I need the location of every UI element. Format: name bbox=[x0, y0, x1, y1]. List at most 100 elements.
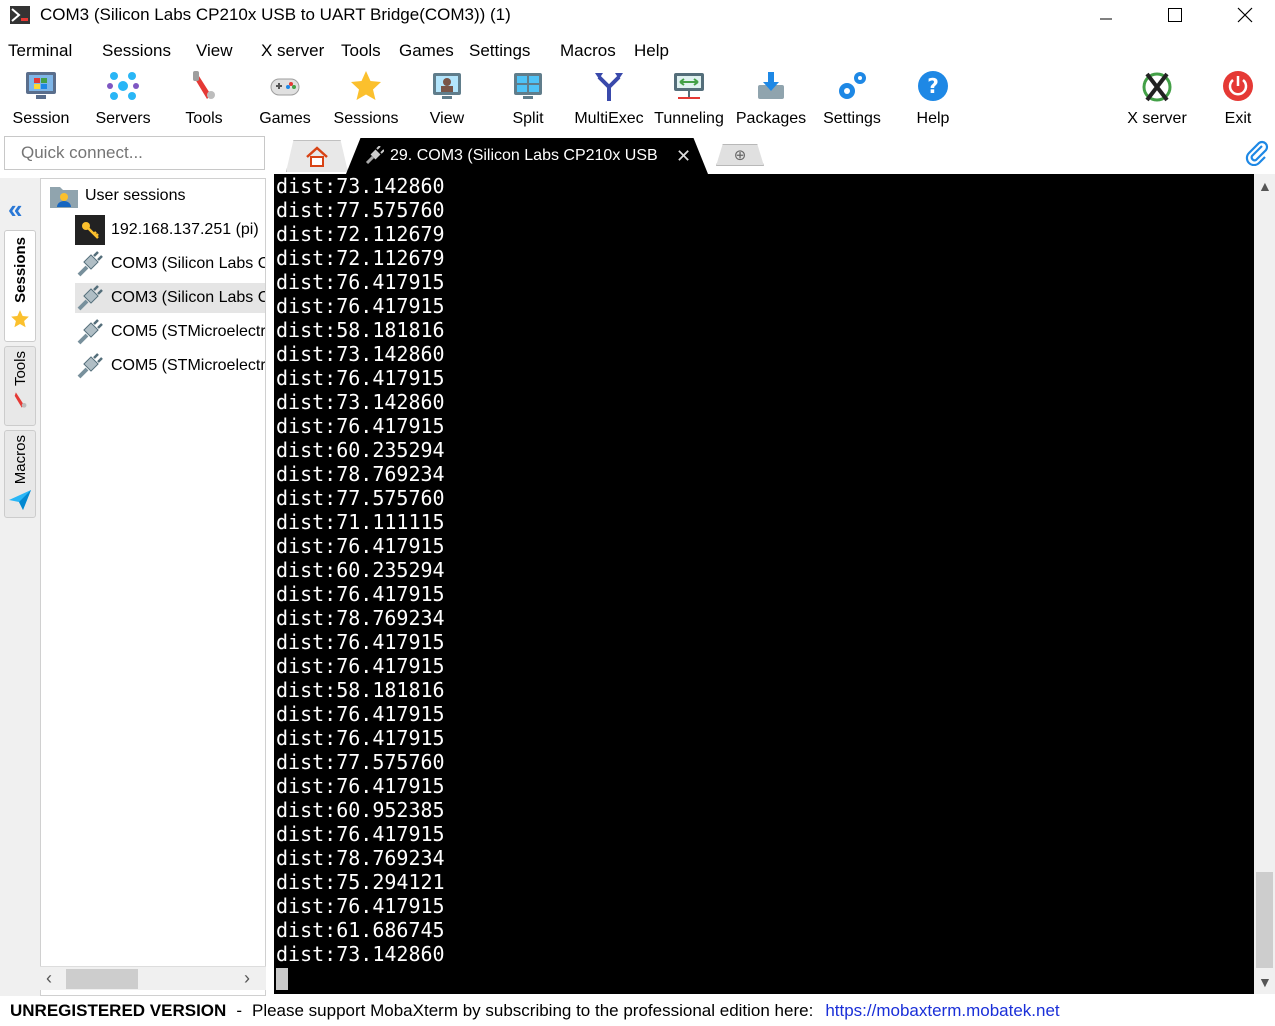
tree-item-label: 192.168.137.251 (pi) bbox=[111, 221, 259, 238]
tools-icon bbox=[14, 392, 27, 408]
menu-bar: Terminal Sessions View X server Tools Ga… bbox=[0, 38, 1275, 64]
terminal-line: dist:73.142860 bbox=[276, 390, 445, 414]
toolbar-packages-button[interactable]: Packages bbox=[736, 68, 806, 130]
serial-plug-icon bbox=[365, 146, 384, 165]
toolbar-games-label: Games bbox=[259, 110, 311, 127]
minimize-icon bbox=[1100, 18, 1112, 20]
tree-item-com3-b[interactable]: COM3 (Silicon Labs CP210x bbox=[75, 283, 265, 313]
scroll-left-icon[interactable]: ‹ bbox=[46, 968, 52, 989]
toolbar-sessions-label: Sessions bbox=[333, 110, 399, 127]
menu-games[interactable]: Games bbox=[399, 41, 454, 61]
menu-help[interactable]: Help bbox=[634, 41, 669, 61]
toolbar-settings-button[interactable]: Settings bbox=[822, 68, 882, 130]
toolbar-x-server-label: X server bbox=[1127, 110, 1187, 127]
toolbar-help-button[interactable]: ? Help bbox=[912, 68, 954, 130]
x-server-icon bbox=[1139, 68, 1175, 104]
toolbar-tools-button[interactable]: Tools bbox=[176, 68, 232, 130]
home-icon bbox=[306, 145, 328, 167]
toolbar-x-server-button[interactable]: X server bbox=[1124, 68, 1190, 130]
terminal-line: dist:76.417915 bbox=[276, 294, 445, 318]
tab-close-icon[interactable]: ✕ bbox=[676, 146, 691, 167]
tab-com3-session[interactable]: 29. COM3 (Silicon Labs CP210x USB ✕ bbox=[346, 138, 708, 174]
serial-plug-icon bbox=[75, 317, 105, 347]
tab-label: 29. COM3 (Silicon Labs CP210x USB bbox=[390, 147, 658, 164]
tree-item-com5-b[interactable]: COM5 (STMicroelectronics bbox=[75, 351, 265, 381]
scrollbar-thumb[interactable] bbox=[1256, 872, 1273, 968]
tree-item-com5-a[interactable]: COM5 (STMicroelectronics bbox=[75, 317, 265, 347]
tree-root-label: User sessions bbox=[85, 187, 186, 204]
star-icon bbox=[348, 68, 384, 104]
tree-horizontal-scrollbar[interactable]: ‹ › bbox=[40, 966, 266, 990]
toolbar-servers-button[interactable]: Servers bbox=[92, 68, 154, 130]
tree-item-ssh-pi[interactable]: 192.168.137.251 (pi) bbox=[75, 215, 259, 245]
side-tab-sessions[interactable]: Sessions bbox=[4, 230, 36, 342]
terminal-line: dist:72.112679 bbox=[276, 246, 445, 270]
attachment-button[interactable] bbox=[1244, 140, 1270, 169]
scroll-up-icon[interactable]: ▲ bbox=[1258, 178, 1272, 194]
terminal-line: dist:76.417915 bbox=[276, 534, 445, 558]
side-tab-macros[interactable]: Macros bbox=[4, 430, 36, 518]
minimize-button[interactable] bbox=[1083, 0, 1129, 30]
support-message: Please support MobaXterm by subscribing … bbox=[251, 1001, 814, 1020]
star-icon bbox=[11, 310, 29, 328]
close-button[interactable] bbox=[1222, 0, 1268, 30]
paperclip-icon bbox=[1245, 140, 1269, 167]
help-icon: ? bbox=[915, 68, 951, 104]
toolbar-session-button[interactable]: Session bbox=[8, 68, 74, 130]
terminal-output[interactable]: dist:73.142860 dist:77.575760 dist:72.1126… bbox=[274, 174, 1254, 994]
terminal-line: dist:76.417915 bbox=[276, 582, 445, 606]
settings-gears-icon bbox=[834, 68, 870, 104]
window-title: COM3 (Silicon Labs CP210x USB to UART Br… bbox=[40, 5, 511, 24]
menu-macros[interactable]: Macros bbox=[560, 41, 616, 61]
tree-item-com3-a[interactable]: COM3 (Silicon Labs CP210x bbox=[75, 249, 265, 279]
paper-plane-icon bbox=[9, 490, 31, 511]
quick-connect-input[interactable] bbox=[4, 136, 265, 170]
new-tab-button[interactable]: ⊕ bbox=[716, 144, 764, 166]
user-folder-icon bbox=[49, 181, 79, 211]
side-tab-tools[interactable]: Tools bbox=[4, 346, 36, 426]
terminal-line: dist:78.769234 bbox=[276, 846, 445, 870]
toolbar-sessions-button[interactable]: Sessions bbox=[334, 68, 398, 130]
terminal-line: dist:76.417915 bbox=[276, 894, 445, 918]
toolbar-split-label: Split bbox=[512, 110, 544, 127]
mobatek-link[interactable]: https://mobaxterm.mobatek.net bbox=[825, 1001, 1059, 1021]
menu-settings[interactable]: Settings bbox=[469, 41, 530, 61]
menu-x-server[interactable]: X server bbox=[261, 41, 324, 61]
toolbar-exit-button[interactable]: Exit bbox=[1218, 68, 1258, 130]
terminal-line: dist:73.142860 bbox=[276, 342, 445, 366]
menu-terminal[interactable]: Terminal bbox=[8, 41, 72, 61]
toolbar-session-label: Session bbox=[12, 110, 70, 127]
toolbar-games-button[interactable]: Games bbox=[254, 68, 316, 130]
menu-tools[interactable]: Tools bbox=[341, 41, 381, 61]
tree-root-user-sessions[interactable]: User sessions bbox=[49, 181, 185, 211]
maximize-button[interactable] bbox=[1152, 0, 1198, 30]
close-icon bbox=[1237, 7, 1253, 23]
terminal-line: dist:77.575760 bbox=[276, 198, 445, 222]
scrollbar-thumb[interactable] bbox=[66, 969, 138, 989]
terminal-line: dist:76.417915 bbox=[276, 774, 445, 798]
menu-sessions[interactable]: Sessions bbox=[102, 41, 171, 61]
mobaxterm-app-icon bbox=[10, 6, 30, 24]
side-tabs: « Sessions Tools Macros bbox=[0, 178, 40, 996]
split-icon bbox=[510, 68, 546, 104]
multiexec-icon bbox=[591, 68, 627, 104]
unregistered-label: UNREGISTERED VERSION bbox=[10, 1001, 227, 1020]
status-separator: - bbox=[236, 1001, 242, 1020]
toolbar-multiexec-button[interactable]: MultiExec bbox=[574, 68, 644, 130]
status-bar: UNREGISTERED VERSION - Please support Mo… bbox=[0, 996, 1275, 1026]
terminal-line: dist:78.769234 bbox=[276, 462, 445, 486]
maximize-icon bbox=[1168, 8, 1182, 22]
toolbar-split-button[interactable]: Split bbox=[508, 68, 548, 130]
toolbar-tunneling-button[interactable]: Tunneling bbox=[652, 68, 726, 130]
home-tab[interactable] bbox=[286, 140, 348, 172]
terminal-line: dist:76.417915 bbox=[276, 726, 445, 750]
menu-view[interactable]: View bbox=[196, 41, 233, 61]
scroll-down-icon[interactable]: ▼ bbox=[1258, 974, 1272, 990]
terminal-vertical-scrollbar[interactable]: ▲ ▼ bbox=[1254, 174, 1275, 994]
terminal-line: dist:60.952385 bbox=[276, 798, 445, 822]
scroll-right-icon[interactable]: › bbox=[244, 968, 250, 989]
terminal-line: dist:76.417915 bbox=[276, 366, 445, 390]
collapse-sidebar-icon[interactable]: « bbox=[8, 194, 22, 225]
main-toolbar: Session Servers Tools Games Sessions Vie… bbox=[0, 64, 1275, 132]
toolbar-view-button[interactable]: View bbox=[424, 68, 470, 130]
